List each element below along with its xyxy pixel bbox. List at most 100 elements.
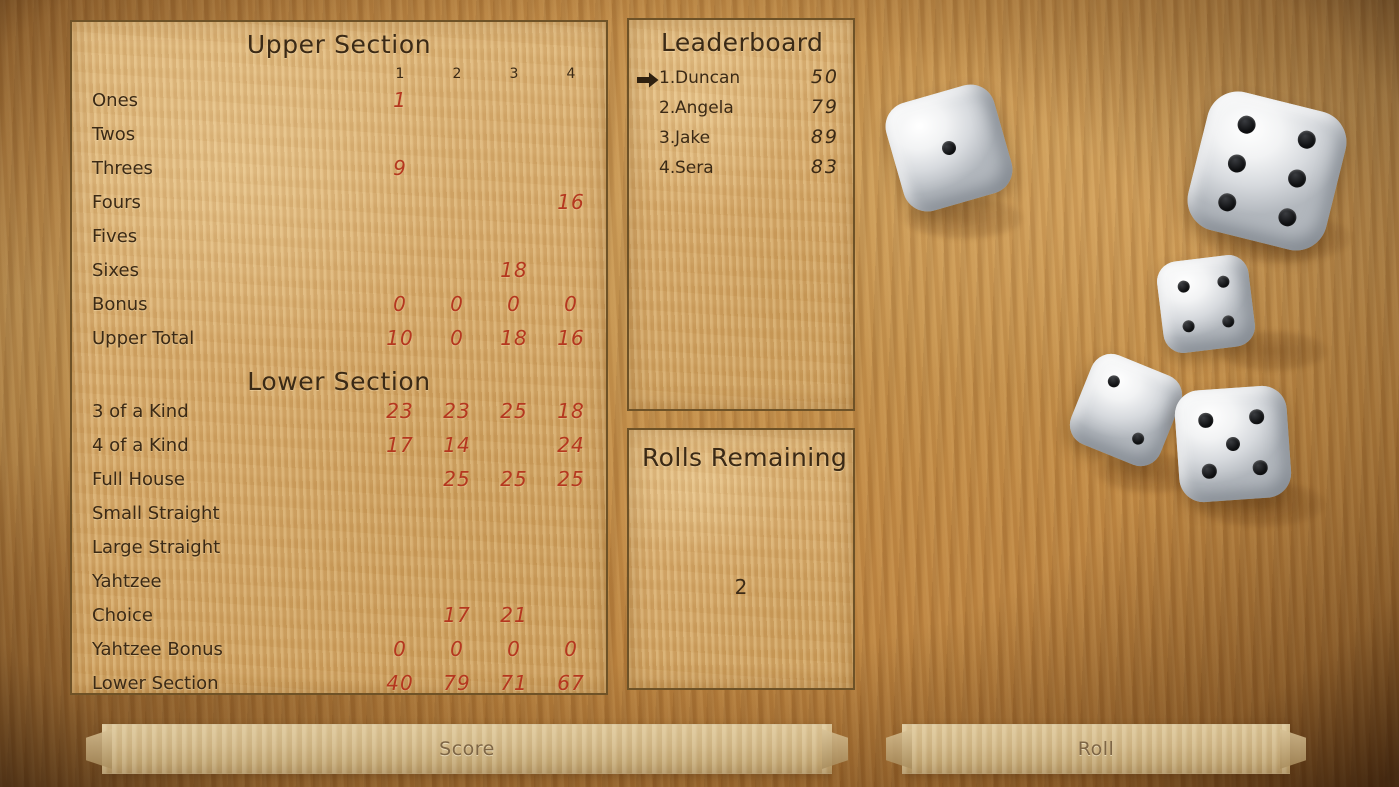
score-row-upper-total[interactable]: Upper Total 10 0 18 16: [72, 326, 606, 362]
die-pip: [1215, 190, 1239, 214]
column-header-1: 1: [395, 66, 405, 82]
score-cell[interactable]: 0: [548, 637, 594, 661]
score-cell[interactable]: 0: [434, 637, 480, 661]
score-cell[interactable]: 0: [434, 326, 480, 350]
score-cell[interactable]: 79: [434, 671, 480, 695]
score-cell[interactable]: 71: [491, 671, 537, 695]
score-row-threes[interactable]: Threes 9: [72, 156, 606, 192]
roll-button[interactable]: Roll: [886, 724, 1306, 774]
leaderboard-panel: Leaderboard 1. Duncan 50 2. Angela 79 3. Jake 89…: [627, 18, 855, 411]
score-row-label: 3 of a Kind: [92, 401, 189, 422]
score-row-ones[interactable]: Ones 1: [72, 88, 606, 124]
lower-section-title: Lower Section: [247, 367, 431, 396]
score-row-lower-section[interactable]: Lower Section 40 79 71 67: [72, 671, 606, 707]
score-cell[interactable]: 0: [377, 292, 423, 316]
leaderboard-name: Duncan: [675, 68, 741, 88]
column-header-2: 2: [452, 66, 462, 82]
score-button[interactable]: Score: [86, 724, 848, 774]
score-cell[interactable]: 10: [377, 326, 423, 350]
score-cell[interactable]: 67: [548, 671, 594, 695]
rolls-remaining-title: Rolls Remaining: [642, 443, 848, 472]
score-cell[interactable]: 25: [434, 467, 480, 491]
score-row-4-of-a-kind[interactable]: 4 of a Kind 17 14 24: [72, 433, 606, 469]
die-pip: [1197, 412, 1214, 428]
score-row-label: Lower Section: [92, 673, 219, 694]
leaderboard-rank: 4.: [659, 158, 676, 178]
score-row-fives[interactable]: Fives: [72, 226, 606, 260]
score-cell[interactable]: 9: [377, 156, 423, 180]
column-header-4: 4: [566, 66, 576, 82]
score-row-twos[interactable]: Twos: [72, 124, 606, 158]
score-cell[interactable]: 25: [548, 467, 594, 491]
score-row-yahtzee-bonus[interactable]: Yahtzee Bonus 0 0 0 0: [72, 637, 606, 673]
score-cell[interactable]: 18: [491, 258, 537, 282]
score-cell[interactable]: 25: [491, 399, 537, 423]
leaderboard-row[interactable]: 3. Jake 89: [629, 126, 853, 158]
leaderboard-rank: 1.: [659, 68, 676, 88]
score-cell[interactable]: 25: [491, 467, 537, 491]
die-face-front: [1155, 253, 1258, 356]
die-pip: [1276, 205, 1299, 229]
die-pip: [1130, 430, 1147, 447]
score-row-yahtzee[interactable]: Yahtzee: [72, 571, 606, 605]
score-row-large-straight[interactable]: Large Straight: [72, 537, 606, 571]
leaderboard-rank: 2.: [659, 98, 676, 118]
score-cell[interactable]: 21: [491, 603, 537, 627]
score-cell[interactable]: 1: [377, 88, 423, 112]
leaderboard-row[interactable]: 2. Angela 79: [629, 96, 853, 128]
score-cell[interactable]: 17: [377, 433, 423, 457]
score-row-label: Yahtzee: [92, 571, 162, 592]
score-cell[interactable]: 0: [491, 292, 537, 316]
rolls-remaining-panel: Rolls Remaining 2: [627, 428, 855, 690]
score-cell[interactable]: 0: [491, 637, 537, 661]
column-header-row: 1 2 3 4: [72, 22, 606, 82]
score-row-fours[interactable]: Fours 16: [72, 190, 606, 226]
score-cell[interactable]: 16: [548, 326, 594, 350]
score-row-choice[interactable]: Choice 17 21: [72, 603, 606, 639]
leaderboard-row[interactable]: 4. Sera 83: [629, 156, 853, 188]
score-cell[interactable]: 23: [377, 399, 423, 423]
score-cell[interactable]: 14: [434, 433, 480, 457]
die-pip: [1176, 279, 1191, 294]
score-row-3-of-a-kind[interactable]: 3 of a Kind 23 23 25 18: [72, 399, 606, 435]
score-row-label: Ones: [92, 90, 139, 111]
score-cell[interactable]: 24: [548, 433, 594, 457]
die-face-front: [880, 79, 1019, 218]
score-cell[interactable]: 0: [434, 292, 480, 316]
game-screen: Upper Section 1 2 3 4 Ones 1 Twos Threes 9 Fours 16…: [0, 0, 1399, 787]
score-cell[interactable]: 18: [491, 326, 537, 350]
die-pip: [1221, 314, 1236, 329]
score-row-full-house[interactable]: Full House 25 25 25: [72, 467, 606, 503]
score-row-label: 4 of a Kind: [92, 435, 189, 456]
die-pip: [1225, 152, 1248, 175]
leaderboard-score: 89: [810, 126, 839, 148]
score-row-sixes[interactable]: Sixes 18: [72, 258, 606, 294]
leaderboard-score: 50: [810, 66, 839, 88]
score-row-bonus[interactable]: Bonus 0 0 0 0: [72, 292, 606, 328]
die-pip: [1105, 373, 1122, 390]
score-cell[interactable]: 18: [548, 399, 594, 423]
score-row-label: Threes: [92, 158, 153, 179]
ribbon-tail-right-icon: [822, 729, 848, 769]
score-row-small-straight[interactable]: Small Straight: [72, 503, 606, 537]
die-5[interactable]: [1173, 384, 1293, 504]
score-cell[interactable]: 40: [377, 671, 423, 695]
score-row-label: Fours: [92, 192, 141, 213]
die-3[interactable]: [1154, 252, 1258, 356]
ribbon-tail-left-icon: [886, 729, 912, 769]
score-row-label: Small Straight: [92, 503, 220, 524]
score-cell[interactable]: 0: [377, 637, 423, 661]
die-face-front: [1173, 384, 1293, 504]
score-row-label: Choice: [92, 605, 153, 626]
leaderboard-rank: 3.: [659, 128, 676, 148]
score-cell[interactable]: 23: [434, 399, 480, 423]
score-cell[interactable]: 17: [434, 603, 480, 627]
die-pip: [1201, 463, 1217, 480]
leaderboard-row[interactable]: 1. Duncan 50: [629, 66, 853, 98]
score-cell[interactable]: 0: [548, 292, 594, 316]
score-row-label: Sixes: [92, 260, 139, 281]
score-cell[interactable]: 16: [548, 190, 594, 214]
score-button-label: Score: [439, 738, 495, 760]
die-1[interactable]: [879, 78, 1019, 218]
die-pip: [1286, 167, 1309, 190]
